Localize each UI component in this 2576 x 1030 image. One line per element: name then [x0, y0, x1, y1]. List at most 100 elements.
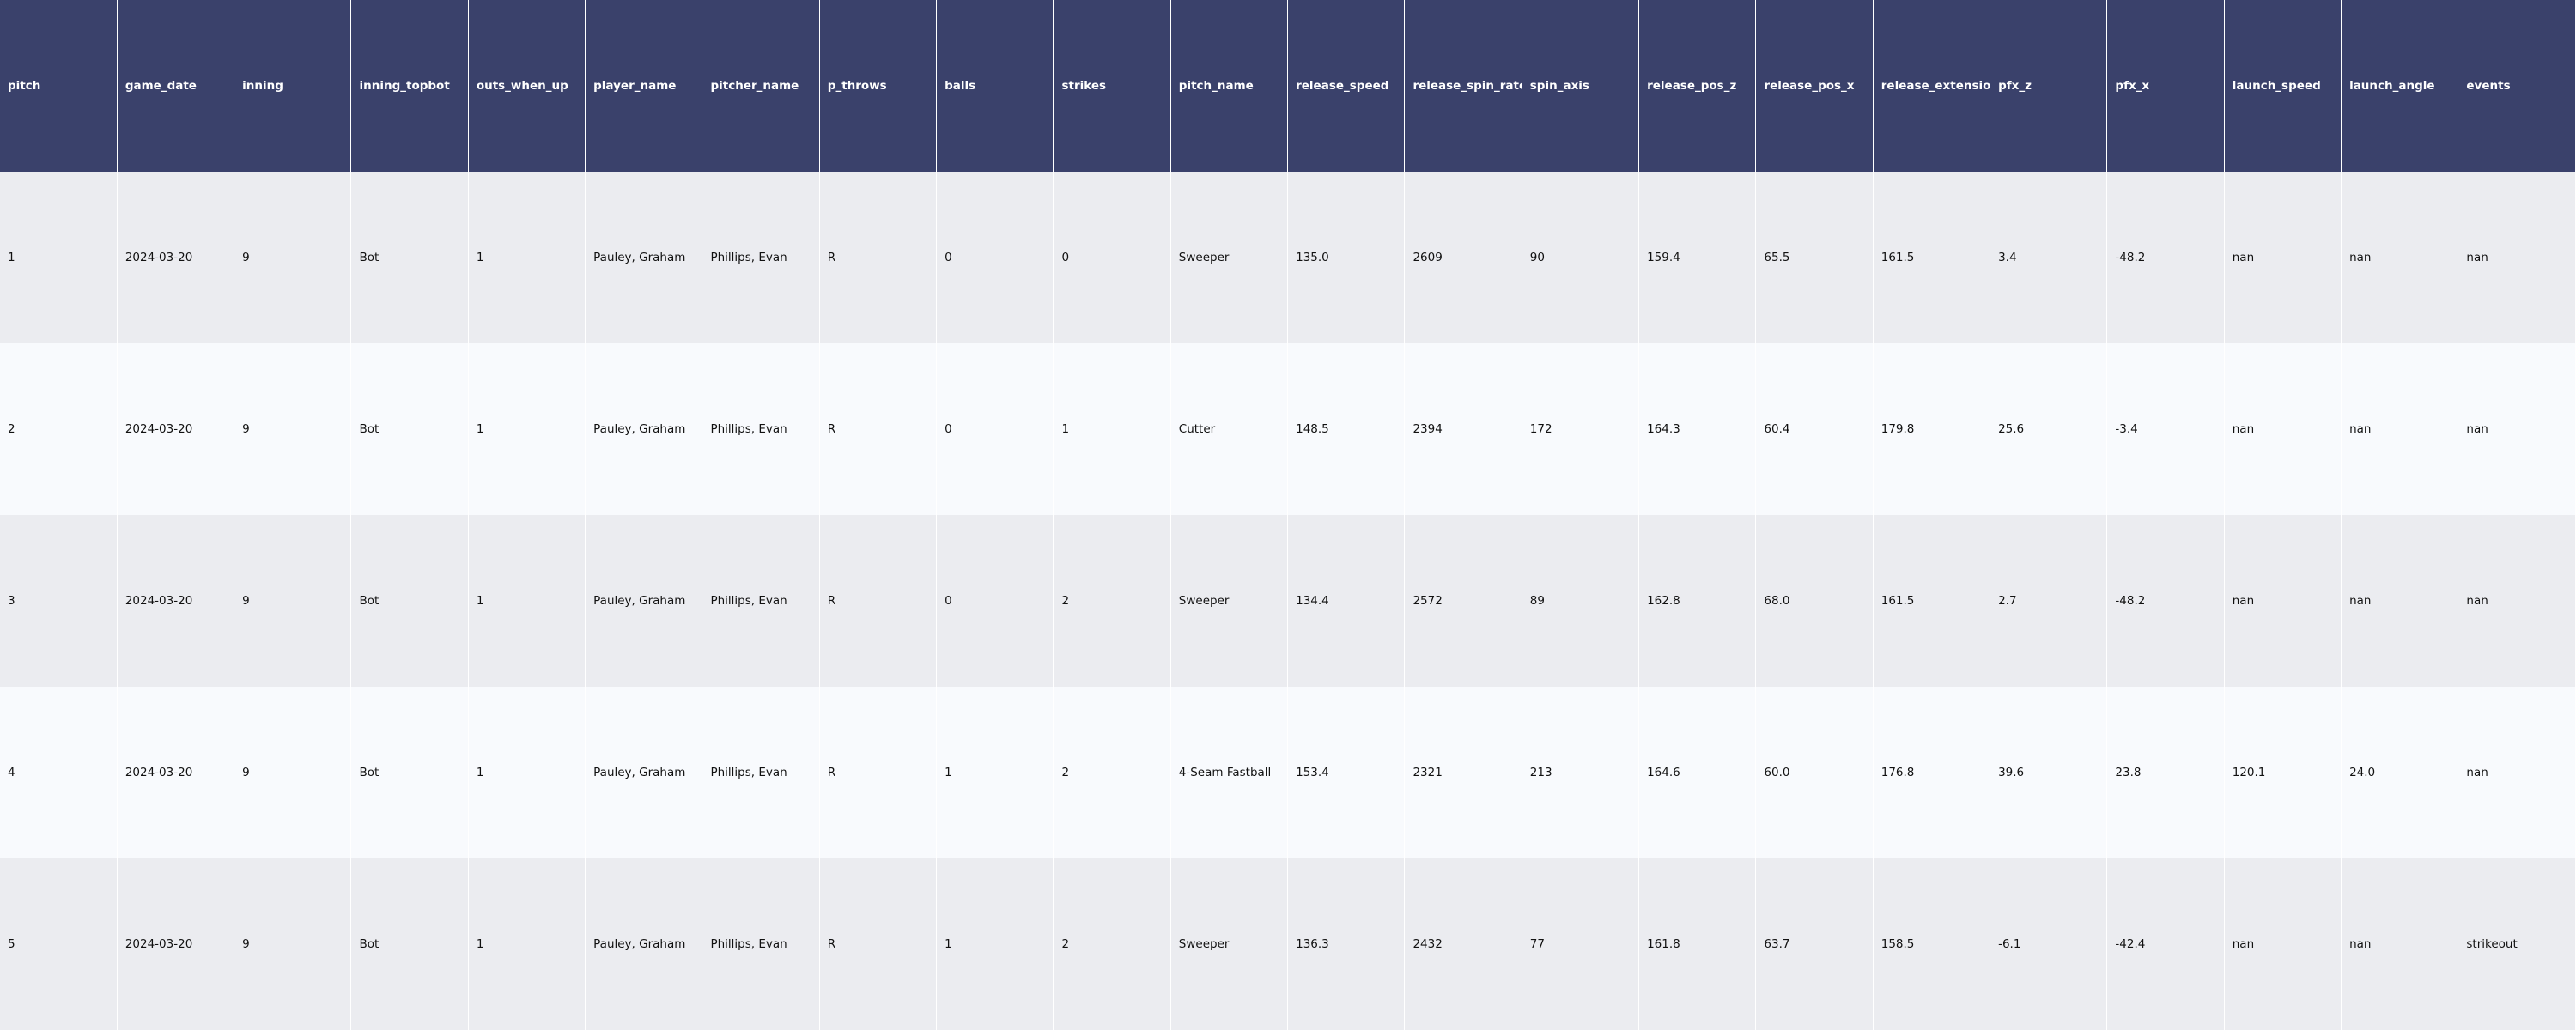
table-cell-release-pos-z: 164.3 [1638, 343, 1757, 515]
table-row[interactable]: 2 2024-03-20 9 Bot 1 Pauley, Graham Phillips, … [0, 343, 2576, 515]
column-header-balls[interactable]: balls [936, 0, 1054, 172]
column-header-inning-topbot[interactable]: inning_topbot [350, 0, 469, 172]
table-cell-release-extension: 176.8 [1873, 687, 1991, 858]
table-cell-release-speed: 148.5 [1287, 343, 1406, 515]
table-cell-release-pos-z: 164.6 [1638, 687, 1757, 858]
table-cell-game-date: 2024-03-20 [117, 515, 235, 687]
column-header-launch-angle[interactable]: launch_angle [2341, 0, 2459, 172]
table-cell-balls: 1 [936, 687, 1054, 858]
table-cell-game-date: 2024-03-20 [117, 687, 235, 858]
table-cell-pfx-z: 39.6 [1990, 687, 2108, 858]
table-cell-launch-angle: nan [2341, 858, 2459, 1030]
table-cell-pitcher-name: Phillips, Evan [702, 172, 820, 343]
table-cell-release-pos-z: 159.4 [1638, 172, 1757, 343]
table-header: pitch game_date inning inning_topbot outs_wh… [0, 0, 2576, 172]
table-cell-launch-speed: 120.1 [2224, 687, 2342, 858]
column-header-events[interactable]: events [2458, 0, 2576, 172]
table-cell-spin-axis: 77 [1522, 858, 1640, 1030]
table-cell-pitch-name: Sweeper [1170, 858, 1289, 1030]
column-header-pitcher-name[interactable]: pitcher_name [702, 0, 820, 172]
table-cell-release-speed: 153.4 [1287, 687, 1406, 858]
table-cell-release-extension: 161.5 [1873, 515, 1991, 687]
column-header-pfx-z[interactable]: pfx_z [1990, 0, 2108, 172]
table-cell-spin-axis: 89 [1522, 515, 1640, 687]
table-cell-inning: 9 [234, 515, 352, 687]
table-cell-release-spin-rate: 2572 [1404, 515, 1522, 687]
table-cell-pfx-x: -42.4 [2106, 858, 2225, 1030]
table-cell-pitch: 3 [0, 515, 118, 687]
table-cell-player-name: Pauley, Graham [585, 515, 703, 687]
table-cell-launch-angle: nan [2341, 343, 2459, 515]
table-cell-outs-when-up: 1 [468, 172, 586, 343]
table-body: 1 2024-03-20 9 Bot 1 Pauley, Graham Phillips, … [0, 172, 2576, 1030]
table-cell-spin-axis: 90 [1522, 172, 1640, 343]
table-cell-balls: 0 [936, 172, 1054, 343]
table-cell-balls: 0 [936, 343, 1054, 515]
table-row[interactable]: 1 2024-03-20 9 Bot 1 Pauley, Graham Phillips, … [0, 172, 2576, 343]
table-cell-pitch-name: Sweeper [1170, 515, 1289, 687]
table-cell-release-pos-x: 68.0 [1755, 515, 1874, 687]
table-cell-pfx-x: -3.4 [2106, 343, 2225, 515]
table-cell-pitch-name: Cutter [1170, 343, 1289, 515]
column-header-release-speed[interactable]: release_speed [1287, 0, 1406, 172]
table-cell-outs-when-up: 1 [468, 858, 586, 1030]
table-row[interactable]: 3 2024-03-20 9 Bot 1 Pauley, Graham Phillips, … [0, 515, 2576, 687]
table-cell-p-throws: R [819, 343, 938, 515]
column-header-spin-axis[interactable]: spin_axis [1522, 0, 1640, 172]
table-cell-p-throws: R [819, 687, 938, 858]
table-cell-release-speed: 135.0 [1287, 172, 1406, 343]
table-cell-inning: 9 [234, 343, 352, 515]
table-cell-pitcher-name: Phillips, Evan [702, 515, 820, 687]
table-cell-launch-speed: nan [2224, 343, 2342, 515]
table-cell-launch-angle: nan [2341, 515, 2459, 687]
table-cell-release-extension: 161.5 [1873, 172, 1991, 343]
table-cell-launch-speed: nan [2224, 172, 2342, 343]
table-cell-game-date: 2024-03-20 [117, 172, 235, 343]
table-cell-balls: 0 [936, 515, 1054, 687]
table-cell-events: nan [2458, 343, 2576, 515]
column-header-inning[interactable]: inning [234, 0, 352, 172]
column-header-player-name[interactable]: player_name [585, 0, 703, 172]
column-header-outs-when-up[interactable]: outs_when_up [468, 0, 586, 172]
table-cell-release-speed: 136.3 [1287, 858, 1406, 1030]
column-header-release-extension[interactable]: release_extension [1873, 0, 1991, 172]
column-header-launch-speed[interactable]: launch_speed [2224, 0, 2342, 172]
table-cell-game-date: 2024-03-20 [117, 858, 235, 1030]
table-cell-strikes: 1 [1053, 343, 1171, 515]
table-cell-p-throws: R [819, 515, 938, 687]
column-header-strikes[interactable]: strikes [1053, 0, 1171, 172]
table-cell-release-spin-rate: 2609 [1404, 172, 1522, 343]
header-row: pitch game_date inning inning_topbot outs_wh… [0, 0, 2576, 172]
table-cell-pfx-x: -48.2 [2106, 172, 2225, 343]
table-cell-pitch: 4 [0, 687, 118, 858]
column-header-pitch-name[interactable]: pitch_name [1170, 0, 1289, 172]
table-cell-player-name: Pauley, Graham [585, 858, 703, 1030]
table-row[interactable]: 4 2024-03-20 9 Bot 1 Pauley, Graham Phillips, … [0, 687, 2576, 858]
table-cell-launch-speed: nan [2224, 515, 2342, 687]
column-header-release-pos-z[interactable]: release_pos_z [1638, 0, 1757, 172]
column-header-pfx-x[interactable]: pfx_x [2106, 0, 2225, 172]
column-header-p-throws[interactable]: p_throws [819, 0, 938, 172]
column-header-release-spin-rate[interactable]: release_spin_rate [1404, 0, 1522, 172]
table-row[interactable]: 5 2024-03-20 9 Bot 1 Pauley, Graham Phillips, … [0, 858, 2576, 1030]
table-cell-release-spin-rate: 2394 [1404, 343, 1522, 515]
table-cell-p-throws: R [819, 858, 938, 1030]
table-cell-release-pos-x: 60.4 [1755, 343, 1874, 515]
table-cell-release-spin-rate: 2432 [1404, 858, 1522, 1030]
table-cell-outs-when-up: 1 [468, 343, 586, 515]
column-header-pitch[interactable]: pitch [0, 0, 118, 172]
table-cell-strikes: 2 [1053, 515, 1171, 687]
column-header-game-date[interactable]: game_date [117, 0, 235, 172]
table-cell-strikes: 2 [1053, 687, 1171, 858]
table-cell-player-name: Pauley, Graham [585, 172, 703, 343]
column-header-release-pos-x[interactable]: release_pos_x [1755, 0, 1874, 172]
table-cell-pitcher-name: Phillips, Evan [702, 687, 820, 858]
table-cell-strikes: 2 [1053, 858, 1171, 1030]
table-cell-game-date: 2024-03-20 [117, 343, 235, 515]
table-cell-outs-when-up: 1 [468, 687, 586, 858]
table-cell-events: nan [2458, 515, 2576, 687]
table-cell-pitcher-name: Phillips, Evan [702, 343, 820, 515]
table-cell-pfx-z: 25.6 [1990, 343, 2108, 515]
table-cell-pitch-name: Sweeper [1170, 172, 1289, 343]
table-cell-pitcher-name: Phillips, Evan [702, 858, 820, 1030]
